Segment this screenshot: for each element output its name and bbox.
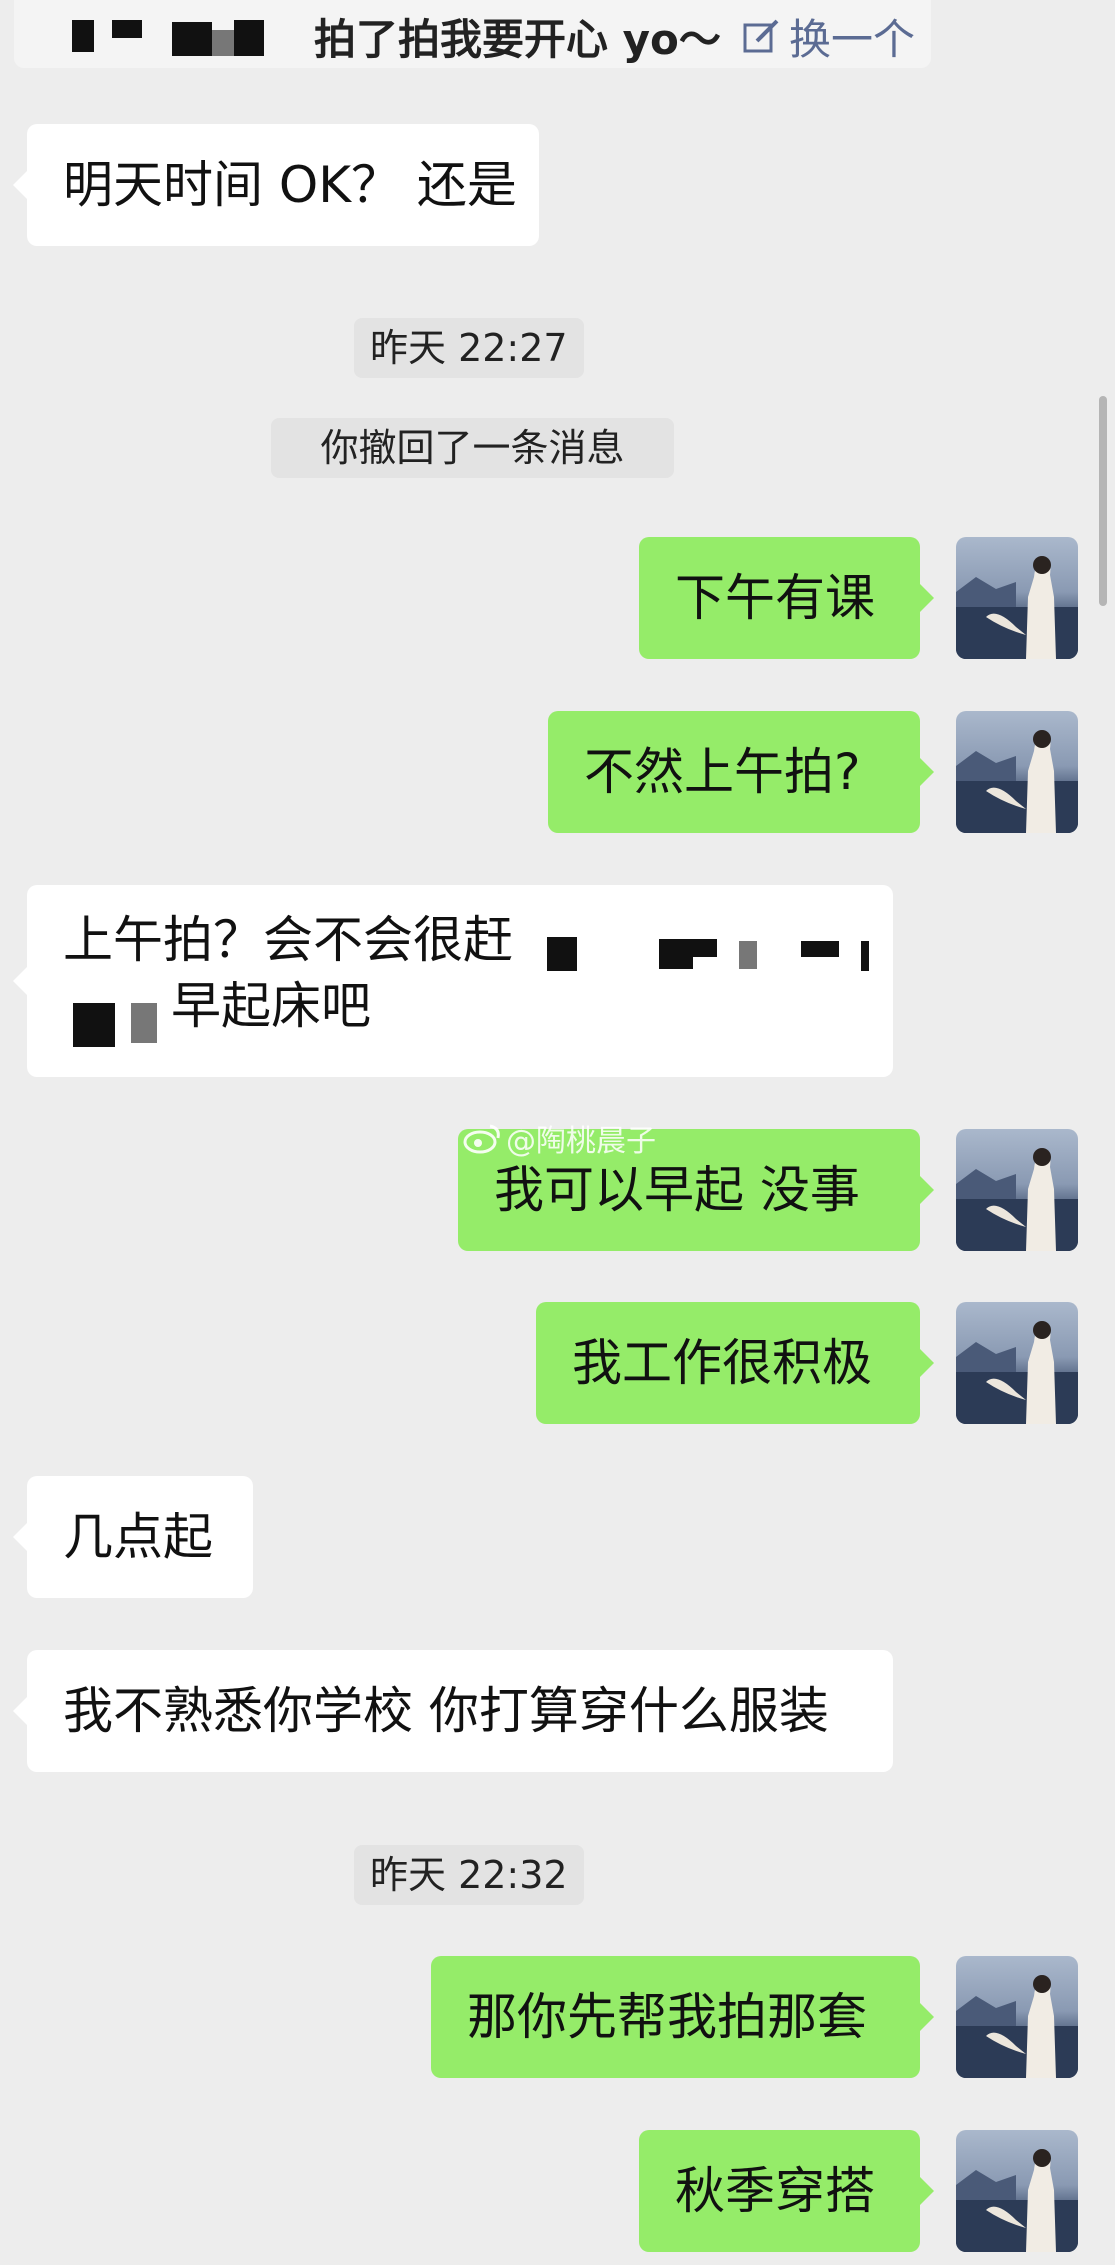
sent-message[interactable]: 那你先帮我拍那套 <box>431 1956 934 2078</box>
change-pat-label: 换一个 <box>789 15 916 64</box>
sent-message[interactable]: 下午有课 <box>639 537 934 659</box>
timestamp: 昨天 22:27 <box>354 318 584 378</box>
received-message[interactable]: 上午拍？会不会很赶 早起床吧 <box>13 885 893 1077</box>
message-text: 下午有课 <box>675 569 875 627</box>
avatar[interactable] <box>956 1302 1078 1424</box>
avatar-image <box>956 1321 1078 1424</box>
received-message[interactable]: 明天时间 OK？ 还是 <box>13 124 539 246</box>
message-text: 我工作很积极 <box>572 1334 872 1392</box>
sent-message[interactable]: 我工作很积极 <box>536 1302 934 1424</box>
redacted-text-block <box>739 941 757 969</box>
redacted-name-block <box>212 30 234 56</box>
redacted-text-block <box>801 941 839 957</box>
redacted-text-block <box>131 1003 157 1043</box>
redacted-text-block <box>691 939 717 957</box>
avatar[interactable] <box>956 711 1078 833</box>
redacted-name-block <box>72 20 94 52</box>
change-pat-link[interactable]: 换一个 <box>741 6 915 67</box>
received-message[interactable]: 几点起 <box>13 1476 253 1598</box>
message-text: 不然上午拍? <box>584 743 861 801</box>
message-text: 几点起 <box>63 1508 213 1566</box>
pat-text: 拍了拍我要开心 yo～ <box>314 15 721 64</box>
message-line: 早起床吧 <box>63 973 857 1039</box>
avatar-image <box>956 2149 1078 2252</box>
sent-message[interactable]: 秋季穿搭 <box>639 2130 934 2252</box>
redacted-name-block <box>172 22 212 56</box>
avatar[interactable] <box>956 1956 1078 2078</box>
redacted-text-block <box>861 941 869 971</box>
message-text: 明天时间 OK？ 还是 <box>63 156 517 214</box>
timestamp: 昨天 22:32 <box>354 1845 584 1905</box>
watermark-text: @陶桃晨子 <box>506 1124 656 1159</box>
redacted-text-block <box>659 939 693 969</box>
message-text: 我可以早起 没事 <box>494 1161 860 1219</box>
avatar[interactable] <box>956 2130 1078 2252</box>
avatar-image <box>956 1975 1078 2078</box>
message-line: 上午拍？会不会很赶 <box>63 907 857 973</box>
avatar-image <box>956 556 1078 659</box>
redacted-name-block <box>112 20 142 38</box>
message-text: 那你先帮我拍那套 <box>467 1988 867 2046</box>
received-message[interactable]: 我不熟悉你学校 你打算穿什么服装 <box>13 1650 893 1772</box>
redacted-text-block <box>547 937 577 971</box>
message-text: 早起床吧 <box>171 977 371 1035</box>
scrollbar[interactable] <box>1099 396 1107 606</box>
message-text: 我不熟悉你学校 你打算穿什么服装 <box>63 1682 829 1740</box>
pat-notification-banner: 拍了拍我要开心 yo～ 换一个 <box>14 0 931 68</box>
sent-message[interactable]: 不然上午拍? <box>548 711 934 833</box>
message-text: 上午拍？会不会很赶 <box>63 911 513 969</box>
redacted-name-block <box>234 20 264 56</box>
redacted-text-block <box>73 1003 115 1047</box>
edit-icon <box>743 19 779 52</box>
recall-notice: 你撤回了一条消息 <box>271 418 674 478</box>
weibo-watermark: @陶桃晨子 <box>462 1116 656 1160</box>
avatar-image <box>956 730 1078 833</box>
avatar[interactable] <box>956 537 1078 659</box>
avatar[interactable] <box>956 1129 1078 1251</box>
avatar-image <box>956 1148 1078 1251</box>
message-text: 秋季穿搭 <box>675 2162 875 2220</box>
weibo-icon <box>463 1124 500 1154</box>
